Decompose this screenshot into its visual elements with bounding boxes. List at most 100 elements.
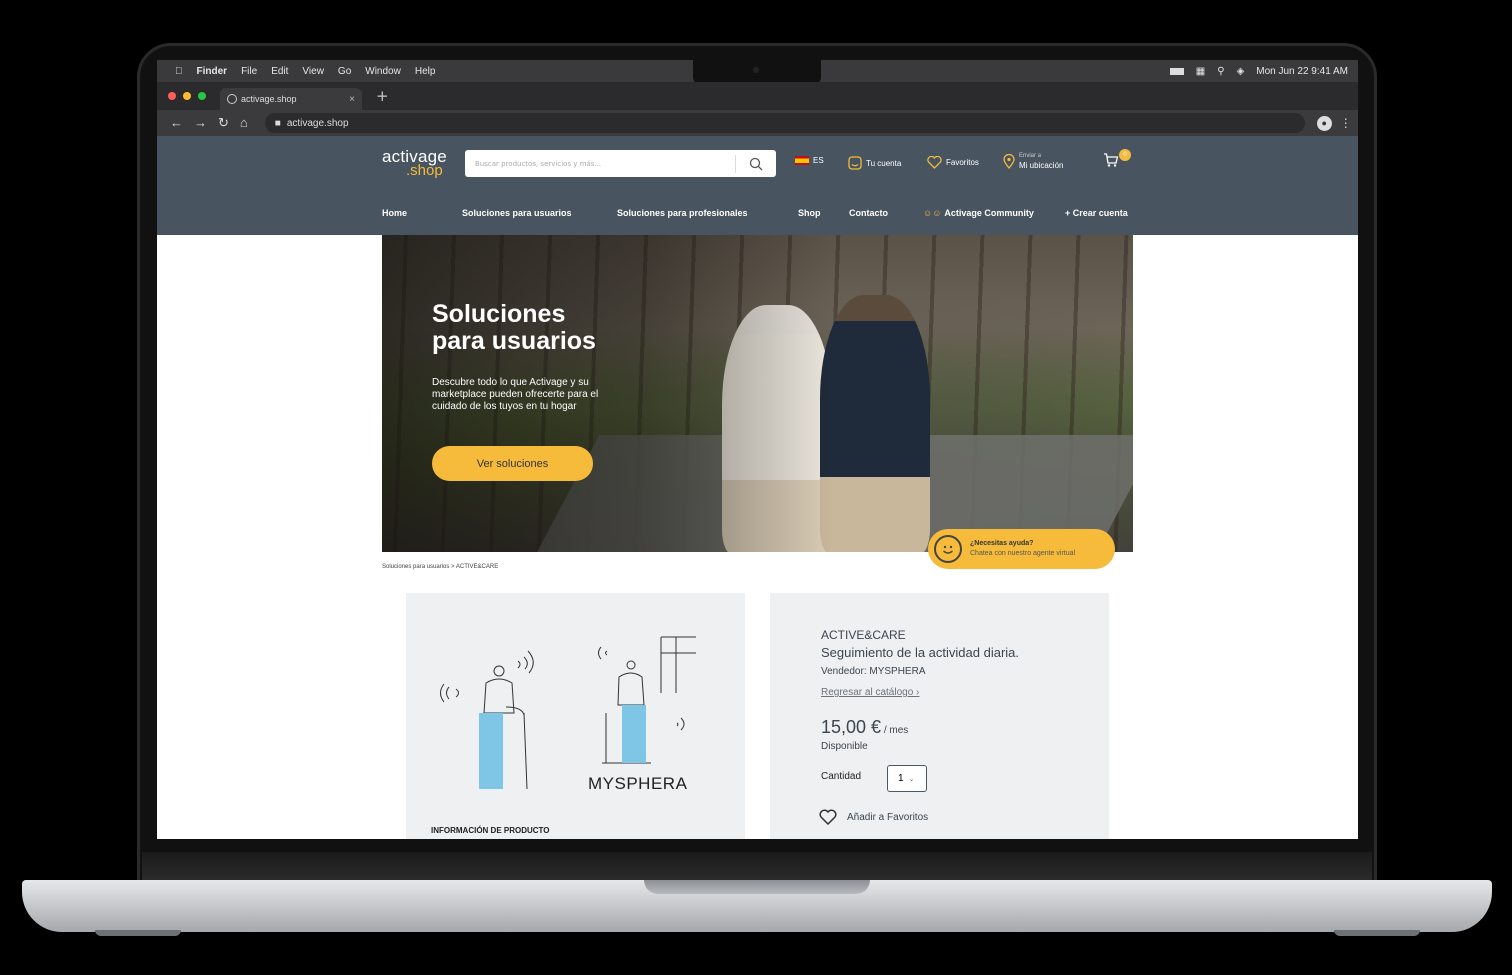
nav-community[interactable]: ☺☺ Activage Community: [923, 208, 1065, 218]
favorites-link[interactable]: Favoritos: [927, 156, 979, 169]
nav-community-label: Activage Community: [944, 208, 1034, 218]
nav-home[interactable]: Home: [382, 208, 462, 218]
nav-create-account[interactable]: + Crear cuenta: [1065, 208, 1128, 218]
breadcrumb[interactable]: Soluciones para usuarios > ACTIVE&CARE: [382, 564, 498, 570]
add-to-favorites-label: Añadir a Favoritos: [847, 811, 929, 823]
menu-app[interactable]: Finder: [197, 66, 228, 77]
search-bar[interactable]: Buscar productos, servicios y más...: [465, 150, 776, 177]
account-label: Tu cuenta: [866, 158, 902, 168]
cart-icon[interactable]: [1103, 152, 1119, 168]
nav-shop[interactable]: Shop: [798, 208, 849, 218]
back-to-catalog-link[interactable]: Regresar al catálogo ›: [821, 687, 919, 698]
tab-title: activage.shop: [241, 94, 297, 104]
product-price: 15,00 € / mes: [821, 717, 908, 738]
menubar-clock: Mon Jun 22 9:41 AM: [1256, 65, 1348, 77]
laptop-base: [22, 880, 1492, 932]
menu-window[interactable]: Window: [365, 66, 401, 77]
hero-title: Soluciones para usuarios: [432, 301, 596, 355]
site-logo[interactable]: activage .shop: [382, 148, 447, 179]
chevron-down-icon: ⌄: [908, 775, 915, 783]
cart-count-badge: 0: [1119, 149, 1131, 161]
community-icon: ☺☺: [923, 208, 942, 218]
location-pin-icon: [1003, 153, 1015, 169]
menu-go[interactable]: Go: [338, 66, 351, 77]
home-icon[interactable]: ⌂: [240, 115, 248, 131]
laptop-foot: [1334, 930, 1420, 936]
window-controls: [157, 92, 206, 100]
price-unit: / mes: [881, 725, 909, 736]
control-center-icon[interactable]: ▦: [1196, 66, 1205, 77]
battery-icon[interactable]: [1169, 67, 1184, 75]
menu-help[interactable]: Help: [415, 66, 436, 77]
product-image-card: MYSPHERA INFORMACIÓN DE PRODUCTO: [406, 593, 745, 839]
product-illustration: [440, 636, 696, 790]
spain-flag-icon: [795, 156, 809, 165]
site-header: activage .shop Buscar productos, servici…: [157, 136, 1358, 235]
quantity-value: 1: [898, 773, 904, 784]
language-label: ES: [813, 156, 824, 165]
smiley-icon: [934, 535, 962, 563]
profile-icon[interactable]: ●: [1316, 115, 1332, 131]
add-to-favorites-button[interactable]: Añadir a Favoritos: [819, 809, 928, 825]
menu-file[interactable]: File: [241, 66, 257, 77]
more-options-icon[interactable]: ⋮: [1340, 116, 1352, 130]
menu-view[interactable]: View: [302, 66, 324, 77]
account-link[interactable]: Tu cuenta: [848, 156, 901, 170]
nav-soluciones-usuarios[interactable]: Soluciones para usuarios: [462, 208, 617, 218]
menu-edit[interactable]: Edit: [271, 66, 288, 77]
browser-tab[interactable]: activage.shop ×: [220, 88, 362, 110]
help-subtitle: Chatea con nuestro agente virtual: [970, 550, 1076, 557]
laptop-foot: [95, 930, 181, 936]
camera-icon: [753, 67, 759, 73]
main-nav: Home Soluciones para usuarios Soluciones…: [382, 208, 1128, 218]
browser-tabbar: activage.shop × +: [157, 82, 1358, 110]
hero-title-line1: Soluciones: [432, 300, 566, 328]
heart-icon: [927, 156, 942, 169]
apple-icon[interactable]: : [175, 66, 183, 77]
close-window-button[interactable]: [168, 92, 176, 100]
browser-toolbar: ← → ↻ ⌂ ■ activage.shop ● ⋮: [157, 110, 1358, 136]
hero-title-line2: para usuarios: [432, 327, 596, 355]
url-text: activage.shop: [286, 117, 349, 129]
help-title: ¿Necesitas ayuda?: [970, 540, 1034, 547]
maximize-window-button[interactable]: [198, 92, 206, 100]
help-chat-widget[interactable]: ¿Necesitas ayuda? Chatea con nuestro age…: [928, 529, 1115, 569]
product-vendor: Vendedor: MYSPHERA: [821, 666, 926, 677]
address-bar[interactable]: ■ activage.shop: [264, 113, 1305, 133]
reload-icon[interactable]: ↻: [218, 115, 229, 131]
search-input[interactable]: Buscar productos, servicios y más...: [465, 160, 735, 168]
heart-icon: [819, 809, 837, 825]
product-info-heading[interactable]: INFORMACIÓN DE PRODUCTO: [431, 826, 550, 835]
back-icon[interactable]: ←: [170, 115, 183, 131]
logo-shop: .shop: [406, 162, 443, 179]
search-icon[interactable]: [736, 157, 776, 171]
price-value: 15,00 €: [821, 717, 882, 737]
nav-soluciones-profesionales[interactable]: Soluciones para profesionales: [617, 208, 798, 218]
quantity-label: Cantidad: [821, 771, 862, 782]
search-icon[interactable]: ⚲: [1217, 66, 1224, 77]
forward-icon[interactable]: →: [194, 115, 207, 131]
ver-soluciones-button[interactable]: Ver soluciones: [432, 446, 593, 481]
location-link[interactable]: Enviar a Mi ubicación: [1003, 152, 1063, 170]
globe-icon: [227, 94, 237, 104]
quantity-select[interactable]: 1 ⌄: [887, 765, 927, 792]
product-subtitle: Seguimiento de la actividad diaria.: [821, 645, 1020, 660]
minimize-window-button[interactable]: [183, 92, 191, 100]
hero-banner: Soluciones para usuarios Descubre todo l…: [382, 235, 1133, 552]
wifi-icon[interactable]: ◈: [1237, 66, 1245, 77]
screen:  Finder File Edit View Go Window Help ▦…: [157, 60, 1358, 839]
location-label: Mi ubicación: [1019, 161, 1064, 170]
product-name: ACTIVE&CARE: [821, 628, 906, 642]
hero-description: Descubre todo lo que Activage y su marke…: [432, 377, 599, 412]
close-tab-icon[interactable]: ×: [349, 94, 355, 105]
favorites-label: Favoritos: [946, 158, 979, 167]
product-info-card: ACTIVE&CARE Seguimiento de la actividad …: [770, 593, 1109, 839]
laptop-hinge: [142, 852, 1372, 882]
mysphera-logo: MYSPHERA: [588, 774, 688, 793]
language-selector[interactable]: ES: [795, 156, 824, 165]
nav-contacto[interactable]: Contacto: [849, 208, 923, 218]
location-small-label: Enviar a: [1019, 153, 1042, 159]
lock-icon: ■: [274, 117, 281, 129]
trackpad-notch: [644, 880, 870, 894]
new-tab-button[interactable]: +: [376, 87, 389, 105]
